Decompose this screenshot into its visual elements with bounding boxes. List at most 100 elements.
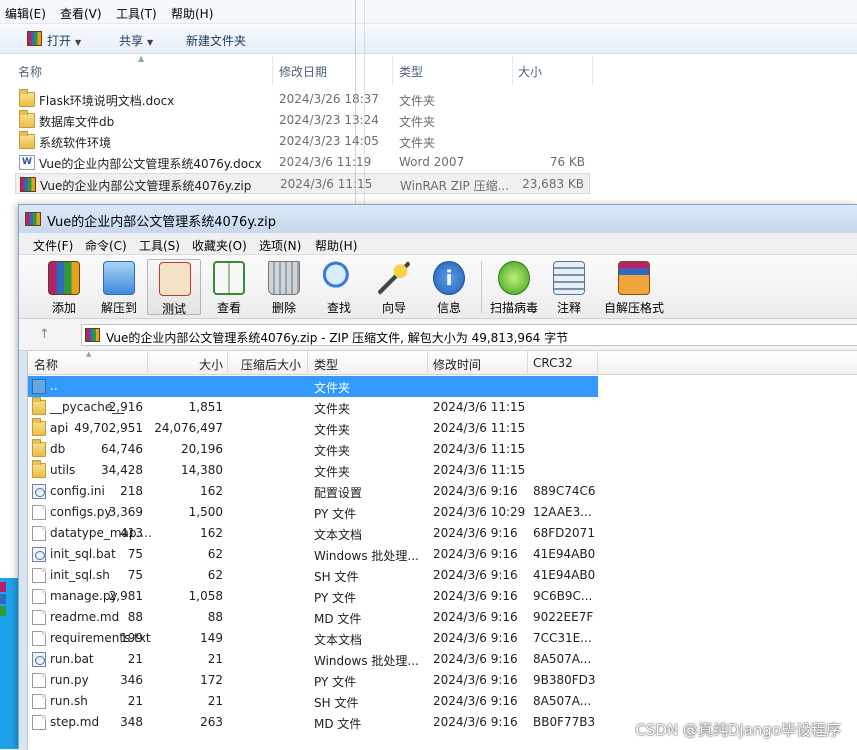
archive-path-field[interactable]: Vue的企业内部公文管理系统4076y.zip - ZIP 压缩文件, 解包大小… <box>81 324 857 346</box>
wizard-button[interactable]: 向导 <box>367 259 421 315</box>
archive-row[interactable]: init_sql.sh 75 62 SH 文件 2024/3/6 9:16 41E94AB… <box>28 565 598 586</box>
archive-row[interactable]: datatype_map.... 413 162 文本文档 2024/3/6 9:16 6… <box>28 523 598 544</box>
chevron-down-icon: ▼ <box>147 38 154 47</box>
batch-file-icon <box>32 547 46 562</box>
winrar-titlebar[interactable]: Vue的企业内部公文管理系统4076y.zip <box>19 205 857 233</box>
info-button[interactable]: i 信息 <box>422 259 476 315</box>
desktop-background <box>0 578 18 749</box>
archive-row[interactable]: db 64,746 20,196 文件夹 2024/3/6 11:15 <box>28 439 598 460</box>
column-divider[interactable] <box>307 351 308 375</box>
archive-row[interactable]: __pycache__ 2,916 1,851 文件夹 2024/3/6 11:15 <box>28 397 598 418</box>
cell-size: 21 <box>127 652 143 666</box>
cell-type: Windows 批处理... <box>314 654 419 668</box>
extract-folder-icon <box>103 261 135 295</box>
column-type[interactable]: 类型 <box>399 63 423 80</box>
share-button[interactable]: 共享 ▼ <box>119 32 153 49</box>
explorer-menubar: 编辑(E) 查看(V) 工具(T) 帮助(H) <box>0 0 857 24</box>
column-divider[interactable] <box>527 351 528 375</box>
menu-edit[interactable]: 编辑(E) <box>5 5 46 22</box>
add-button[interactable]: 添加 <box>37 259 91 315</box>
cell-modified: 2024/3/6 11:15 <box>433 400 526 414</box>
menu-commands[interactable]: 命令(C) <box>85 237 127 254</box>
archive-row[interactable]: utils 34,428 14,380 文件夹 2024/3/6 11:15 <box>28 460 598 481</box>
file-row[interactable]: Flask环境说明文档.docx 2024/3/26 18:37 文件夹 <box>15 89 590 110</box>
comment-button[interactable]: 注释 <box>542 259 596 315</box>
scan-virus-button[interactable]: 扫描病毒 <box>487 259 541 315</box>
column-date[interactable]: 修改日期 <box>279 63 327 80</box>
column-type[interactable]: 类型 <box>314 356 338 373</box>
cell-packed: 20,196 <box>181 442 223 456</box>
archive-row[interactable]: run.py 346 172 PY 文件 2024/3/6 9:16 9B380FD3 <box>28 670 598 691</box>
column-divider[interactable] <box>227 351 228 375</box>
menu-options[interactable]: 选项(N) <box>259 237 301 254</box>
file-icon <box>32 715 46 730</box>
column-divider[interactable] <box>512 55 513 85</box>
archive-row[interactable]: run.bat 21 21 Windows 批处理... 2024/3/6 9:16 8A… <box>28 649 598 670</box>
cell-type: Windows 批处理... <box>314 549 419 563</box>
view-button[interactable]: 查看 <box>202 259 256 315</box>
column-crc32[interactable]: CRC32 <box>533 356 573 370</box>
file-icon <box>32 610 46 625</box>
sfx-button[interactable]: 自解压格式 <box>603 259 665 315</box>
menu-tools[interactable]: 工具(S) <box>139 237 180 254</box>
archive-row[interactable]: api 49,702,951 24,076,497 文件夹 2024/3/6 11:15 <box>28 418 598 439</box>
info-icon: i <box>433 261 465 295</box>
delete-button[interactable]: 删除 <box>257 259 311 315</box>
up-arrow-icon[interactable]: ↑ <box>39 327 50 342</box>
explorer-toolbar: 打开 ▼ 共享 ▼ 新建文件夹 <box>0 24 857 54</box>
share-label: 共享 <box>119 34 144 48</box>
comment-label: 注释 <box>556 301 581 315</box>
column-divider[interactable] <box>597 351 598 375</box>
menu-view[interactable]: 查看(V) <box>60 5 102 22</box>
column-divider[interactable] <box>147 351 148 375</box>
archive-row[interactable]: manage.py 2,981 1,058 PY 文件 2024/3/6 9:16 9C6… <box>28 586 598 607</box>
cell-size: 75 <box>127 568 143 582</box>
column-size[interactable]: 大小 <box>518 63 542 80</box>
extract-to-label: 解压到 <box>100 301 137 315</box>
archive-row[interactable]: .. 文件夹 <box>28 376 598 397</box>
open-button[interactable]: 打开 ▼ <box>47 32 81 49</box>
menu-tools[interactable]: 工具(T) <box>116 5 157 22</box>
file-icon <box>32 589 46 604</box>
archive-row[interactable]: config.ini 218 162 配置设置 2024/3/6 9:16 889C74C… <box>28 481 598 502</box>
winrar-archive-icon <box>20 177 36 192</box>
archive-row[interactable]: init_sql.bat 75 62 Windows 批处理... 2024/3/6 9… <box>28 544 598 565</box>
column-modified[interactable]: 修改时间 <box>433 356 481 373</box>
self-extract-icon <box>618 261 650 295</box>
archive-row[interactable]: run.sh 21 21 SH 文件 2024/3/6 9:16 8A507A... <box>28 691 598 712</box>
sfx-label: 自解压格式 <box>603 301 664 315</box>
archive-row[interactable]: step.md 348 263 MD 文件 2024/3/6 9:16 BB0F77B3 <box>28 712 598 733</box>
word-doc-icon <box>19 155 35 170</box>
cell-crc32: 889C74C6 <box>533 484 596 498</box>
archive-row[interactable]: requirements.txt 199 149 文本文档 2024/3/6 9:16 7… <box>28 628 598 649</box>
column-name[interactable]: 名称 <box>34 356 58 373</box>
test-button[interactable]: 测试 <box>147 259 201 316</box>
file-row[interactable]: 数据库文件db 2024/3/23 13:24 文件夹 <box>15 110 590 131</box>
cell-packed: 149 <box>200 631 223 645</box>
new-folder-button[interactable]: 新建文件夹 <box>186 32 246 49</box>
column-name[interactable]: 名称 <box>18 63 42 80</box>
file-row[interactable]: Vue的企业内部公文管理系统4076y.docx2024/3/6 11:19Wo… <box>15 152 590 173</box>
archive-row[interactable]: configs.py 3,369 1,500 PY 文件 2024/3/6 10:29 1… <box>28 502 598 523</box>
column-divider[interactable] <box>392 55 393 85</box>
find-button[interactable]: 查找 <box>312 259 366 315</box>
column-packed[interactable]: 压缩后大小 <box>241 356 301 373</box>
cell-packed: 21 <box>207 652 223 666</box>
archive-file-list: 名称 ▲ 大小 压缩后大小 类型 修改时间 CRC32 .. 文件夹 __pycac… <box>27 350 857 750</box>
menu-favorites[interactable]: 收藏夹(O) <box>192 237 247 254</box>
menu-help[interactable]: 帮助(H) <box>171 5 213 22</box>
file-row[interactable]: Vue的企业内部公文管理系统4076y.zip 2024/3/6 11:15 Win… <box>15 173 590 194</box>
column-divider[interactable] <box>592 55 593 85</box>
cell-size: 346 <box>120 673 143 687</box>
menu-help[interactable]: 帮助(H) <box>315 237 357 254</box>
cell-name: api <box>50 421 69 435</box>
menu-file[interactable]: 文件(F) <box>33 237 73 254</box>
column-size[interactable]: 大小 <box>199 356 223 373</box>
column-divider[interactable] <box>427 351 428 375</box>
winrar-archive-icon <box>85 328 100 342</box>
open-label: 打开 <box>47 34 72 48</box>
archive-row[interactable]: readme.md 88 88 MD 文件 2024/3/6 9:16 9022EE7F <box>28 607 598 628</box>
extract-to-button[interactable]: 解压到 <box>92 259 146 315</box>
column-divider[interactable] <box>272 55 273 85</box>
file-row[interactable]: 系统软件环境 2024/3/23 14:05 文件夹 <box>15 131 590 152</box>
